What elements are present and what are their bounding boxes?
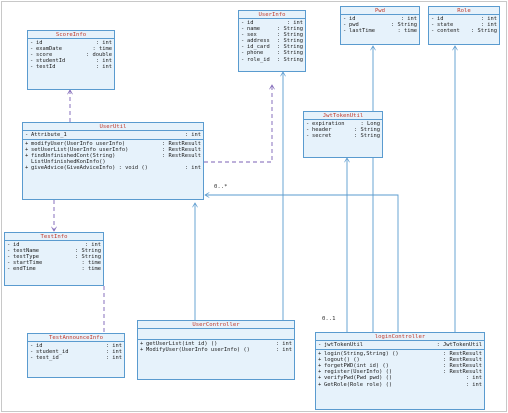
class-name: ScoreInfo	[28, 31, 114, 39]
class-pwd[interactable]: Pwd - id: int - pwd: String - lastTime: time	[340, 6, 420, 45]
class-role[interactable]: Role - id: int - state: int - content: String	[428, 6, 500, 45]
class-testinfo[interactable]: TestInfo - id: int - testName: String - testT…	[4, 232, 104, 286]
attribute-row: - content: String	[431, 28, 497, 34]
class-testannounceinfo[interactable]: TestAnnounceInfo - id: int - student_id: in…	[27, 333, 125, 378]
class-jwttokenutil[interactable]: JwtTokenUtil - expiration: Long - header: S…	[303, 111, 383, 158]
attribute-row: - Attribute_1: int	[25, 132, 201, 138]
class-userutil[interactable]: UserUtil - Attribute_1: int + modifyUser(U…	[22, 122, 204, 200]
class-name: TestInfo	[5, 233, 103, 241]
attribute-row: - test_id: int	[30, 355, 122, 361]
attribute-section: - id: int - name: String - sex: String - addres…	[239, 19, 305, 64]
attribute-type: : int	[105, 355, 122, 362]
attribute-type: : int	[184, 132, 201, 138]
operation-row: + giveAdvice(GiveAdviceInfo) : void (): i…	[25, 165, 201, 171]
attribute-name: testId	[36, 64, 56, 71]
attribute-name: lastTime	[349, 28, 375, 35]
class-name: UserController	[138, 321, 294, 329]
multiplicity-zero-many: 0..*	[214, 184, 228, 190]
attribute-name: endTime	[13, 266, 36, 273]
attribute-section: - id: int - testName: String - testType: Stri…	[5, 241, 103, 273]
class-name: TestAnnounceInfo	[28, 334, 124, 342]
attribute-type: : String	[354, 133, 380, 140]
attribute-section: - id: int - examDate: time - score: double - st…	[28, 39, 114, 71]
operation-section: + login(String,String) (): RestResult + log…	[316, 350, 484, 389]
operation-section: + modifyUser(UserInfo userInfo): RestResu…	[23, 140, 203, 172]
attribute-section: - jwtTokenUtil: JwtTokenUtil	[316, 341, 484, 351]
class-name: Pwd	[341, 7, 419, 15]
operation-row: + GetRole(Role role) (): int	[318, 382, 482, 388]
dep-userutil-userinfo	[204, 85, 272, 163]
uml-class-diagram: ScoreInfo - id: int - examDate: time - score:…	[0, 0, 508, 413]
class-name: UserInfo	[239, 11, 305, 19]
operation-type: : int	[465, 381, 482, 388]
attribute-row: - endTime: time	[7, 266, 101, 272]
attribute-section: - id: int - pwd: String - lastTime: time	[341, 15, 419, 35]
attribute-row: - testId: int	[30, 64, 112, 70]
attribute-section: - id: int - student_id: int - test_id: int	[28, 342, 124, 362]
attribute-section: - Attribute_1: int	[23, 131, 203, 141]
operation-type: : int	[275, 347, 292, 354]
class-userinfo[interactable]: UserInfo - id: int - name: String - sex: Stri…	[238, 10, 306, 72]
attribute-name: Attribute_1	[31, 132, 67, 138]
attribute-type: : time	[397, 28, 417, 35]
operation-row: + ModifyUser(UserInfo userInfo) (): int	[140, 347, 292, 353]
attribute-section: - expiration: Long - header: String - secret:…	[304, 120, 382, 140]
attribute-name: content	[437, 28, 460, 35]
class-usercontroller[interactable]: UserController + getUserList(int id) (): …	[137, 320, 295, 380]
attribute-type: : JwtTokenUtil	[436, 342, 482, 348]
class-name: UserUtil	[23, 123, 203, 131]
attribute-name: test_id	[36, 355, 59, 362]
class-logincontroller[interactable]: loginController - jwtTokenUtil: JwtTokenU…	[315, 332, 485, 410]
attribute-row: - role_id: String	[241, 57, 303, 63]
attribute-name: role_id	[247, 56, 270, 63]
operation-name: ModifyUser(UserInfo userInfo) ()	[146, 347, 250, 354]
attribute-type: : String	[471, 28, 497, 35]
attribute-type: : String	[277, 56, 303, 63]
operation-type: : int	[184, 165, 201, 172]
class-name: JwtTokenUtil	[304, 112, 382, 120]
class-name: loginController	[316, 333, 484, 341]
operation-name: giveAdvice(GiveAdviceInfo) : void ()	[31, 165, 148, 172]
operation-section: + getUserList(int id) (): int + ModifyUser(…	[138, 340, 294, 354]
operation-name: GetRole(Role role) ()	[324, 381, 393, 388]
attribute-type: : int	[95, 64, 112, 71]
class-scoreinfo[interactable]: ScoreInfo - id: int - examDate: time - score:…	[27, 30, 115, 90]
multiplicity-zero-one: 0..1	[322, 316, 336, 322]
attribute-section	[138, 329, 294, 340]
attribute-row: - lastTime: time	[343, 28, 417, 34]
attribute-name: jwtTokenUtil	[324, 342, 363, 348]
attribute-row: - secret: String	[306, 133, 380, 139]
assoc-login-userutil	[205, 195, 399, 332]
attribute-name: secret	[312, 133, 332, 140]
attribute-type: : time	[81, 266, 101, 273]
attribute-row: - jwtTokenUtil: JwtTokenUtil	[318, 342, 482, 348]
class-name: Role	[429, 7, 499, 15]
attribute-section: - id: int - state: int - content: String	[429, 15, 499, 35]
